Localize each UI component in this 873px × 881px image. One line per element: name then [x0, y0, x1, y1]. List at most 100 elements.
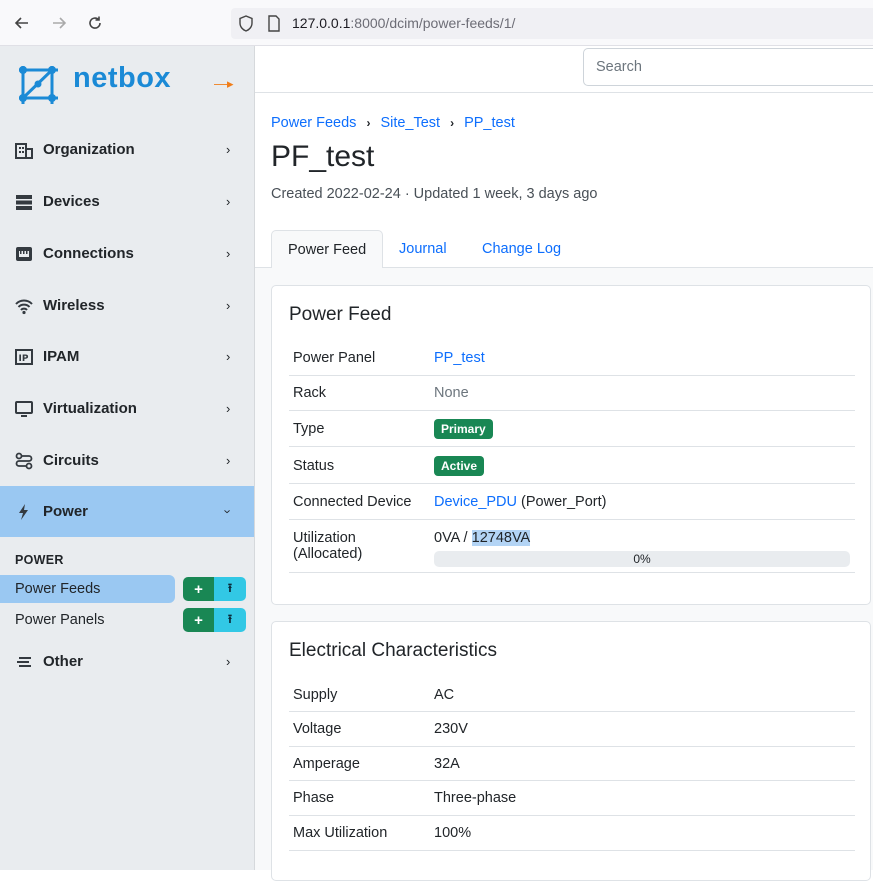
- search-input[interactable]: [584, 49, 873, 85]
- chevron-right-icon: ›: [226, 453, 231, 468]
- power-panels-actions: + ⭱: [183, 608, 246, 632]
- row-value: 32A: [434, 756, 460, 772]
- chevron-right-icon: ›: [226, 401, 231, 416]
- tab-change-log[interactable]: Change Log: [466, 230, 577, 268]
- breadcrumb-power-panel[interactable]: PP_test: [464, 115, 515, 131]
- add-power-panel-button[interactable]: +: [183, 608, 214, 632]
- url-text[interactable]: 127.0.0.1:8000/dcim/power-feeds/1/: [292, 15, 515, 31]
- chevron-down-icon: ›: [220, 509, 236, 514]
- row-label: Supply: [293, 687, 338, 703]
- sidebar-item-label: IPAM: [43, 348, 80, 365]
- utilization-total: 12748VA: [471, 530, 531, 546]
- sidebar: netbox ―▸ Organization › Devices › Conne…: [0, 46, 255, 870]
- connected-device-link[interactable]: Device_PDU: [434, 494, 517, 510]
- brand-name[interactable]: netbox: [73, 62, 171, 95]
- import-power-panels-button[interactable]: ⭱: [214, 608, 246, 632]
- netbox-logo-icon[interactable]: [14, 60, 64, 110]
- sidebar-item-label: Other: [43, 653, 84, 670]
- breadcrumb-site[interactable]: Site_Test: [380, 115, 440, 131]
- row-label: Rack: [293, 385, 327, 401]
- lightning-icon: [14, 502, 34, 522]
- sidebar-item-label: Organization: [43, 141, 135, 158]
- forward-arrow-icon[interactable]: [47, 11, 71, 35]
- breadcrumb-separator-icon: ›: [450, 116, 455, 130]
- connected-port: (Power_Port): [521, 494, 607, 510]
- sidebar-item-label: Connections: [43, 245, 134, 262]
- sidebar-item-label: Virtualization: [43, 400, 137, 417]
- chevron-right-icon: ›: [226, 298, 231, 313]
- chevron-right-icon: ›: [226, 194, 231, 209]
- breadcrumb-separator-icon: ›: [366, 116, 371, 130]
- wifi-icon: [14, 296, 34, 316]
- row-label: Type: [293, 421, 325, 437]
- search-box: [583, 48, 873, 86]
- sidebar-item-label: Devices: [43, 193, 100, 210]
- chevron-right-icon: ›: [226, 142, 231, 157]
- chevron-right-icon: ›: [226, 246, 231, 261]
- ethernet-icon: [14, 244, 34, 264]
- sidebar-subitem-power-panels[interactable]: Power Panels: [0, 606, 175, 634]
- row-amperage: Amperage 32A: [289, 747, 855, 781]
- row-label: Voltage: [293, 721, 342, 737]
- power-panel-link[interactable]: PP_test: [434, 350, 485, 366]
- row-label: Phase: [293, 790, 335, 806]
- add-power-feed-button[interactable]: +: [183, 577, 214, 601]
- row-value: 230V: [434, 721, 468, 737]
- sidebar-item-organization[interactable]: Organization ›: [0, 124, 254, 175]
- reload-icon[interactable]: [83, 11, 107, 35]
- page-title: PF_test: [271, 140, 375, 173]
- sidebar-item-virtualization[interactable]: Virtualization ›: [0, 383, 254, 434]
- power-feeds-actions: + ⭱: [183, 577, 246, 601]
- row-label: Max Utilization: [293, 825, 388, 841]
- back-arrow-icon[interactable]: [10, 11, 34, 35]
- sidebar-item-circuits[interactable]: Circuits ›: [0, 435, 254, 486]
- row-value: Three-phase: [434, 790, 517, 806]
- tab-journal[interactable]: Journal: [383, 230, 463, 268]
- building-icon: [14, 140, 34, 160]
- sidebar-subitem-label: Power Feeds: [15, 581, 101, 597]
- sidebar-item-devices[interactable]: Devices ›: [0, 176, 254, 227]
- chevron-right-icon: ›: [226, 349, 231, 364]
- chevron-right-icon: ›: [226, 654, 231, 669]
- tab-power-feed[interactable]: Power Feed: [271, 230, 384, 269]
- card-title: Power Feed: [289, 304, 392, 325]
- sidebar-subitem-power-feeds[interactable]: Power Feeds: [0, 575, 175, 603]
- header-divider: [255, 92, 873, 93]
- pin-icon[interactable]: ―▸: [214, 76, 234, 92]
- power-section-title: POWER: [15, 553, 64, 567]
- type-badge: Primary: [434, 419, 493, 439]
- import-power-feeds-button[interactable]: ⭱: [214, 577, 246, 601]
- sidebar-item-connections[interactable]: Connections ›: [0, 228, 254, 279]
- row-label: (Allocated): [293, 546, 363, 562]
- sidebar-item-label: Wireless: [43, 297, 105, 314]
- rack-value: None: [434, 385, 469, 401]
- utilization-percent: 0%: [633, 552, 651, 566]
- utilization-used: 0VA /: [434, 530, 472, 546]
- card-title: Electrical Characteristics: [289, 640, 497, 661]
- row-label: Utilization: [293, 530, 356, 546]
- row-label: Status: [293, 458, 335, 474]
- circuit-icon: [14, 451, 34, 471]
- server-icon: [14, 192, 34, 212]
- row-value: AC: [434, 687, 455, 703]
- breadcrumb-power-feeds[interactable]: Power Feeds: [271, 115, 356, 131]
- sidebar-item-ipam[interactable]: IP IPAM ›: [0, 331, 254, 382]
- sidebar-item-wireless[interactable]: Wireless ›: [0, 280, 254, 331]
- svg-text:IP: IP: [19, 354, 29, 364]
- power-feed-card: Power Feed Power Panel PP_test Rack None…: [271, 285, 871, 605]
- row-label: Power Panel: [293, 350, 376, 366]
- sidebar-item-power[interactable]: Power ›: [0, 486, 254, 537]
- row-rack: Rack None: [289, 376, 855, 411]
- sidebar-item-other[interactable]: Other ›: [0, 636, 254, 687]
- tab-bar: Power Feed Journal Change Log: [255, 230, 873, 269]
- row-label: Connected Device: [293, 494, 412, 510]
- ip-icon: IP: [14, 347, 34, 367]
- row-power-panel: Power Panel PP_test: [289, 341, 855, 376]
- row-supply: Supply AC: [289, 678, 855, 712]
- row-value: 100%: [434, 825, 472, 841]
- sidebar-subitem-label: Power Panels: [15, 612, 105, 628]
- sidebar-item-label: Power: [43, 503, 89, 520]
- row-utilization: Utilization (Allocated) 0VA / 12748VA 0%: [289, 520, 855, 573]
- row-connected-device: Connected Device Device_PDU (Power_Port): [289, 484, 855, 520]
- page-meta: Created 2022-02-24 · Updated 1 week, 3 d…: [271, 186, 598, 202]
